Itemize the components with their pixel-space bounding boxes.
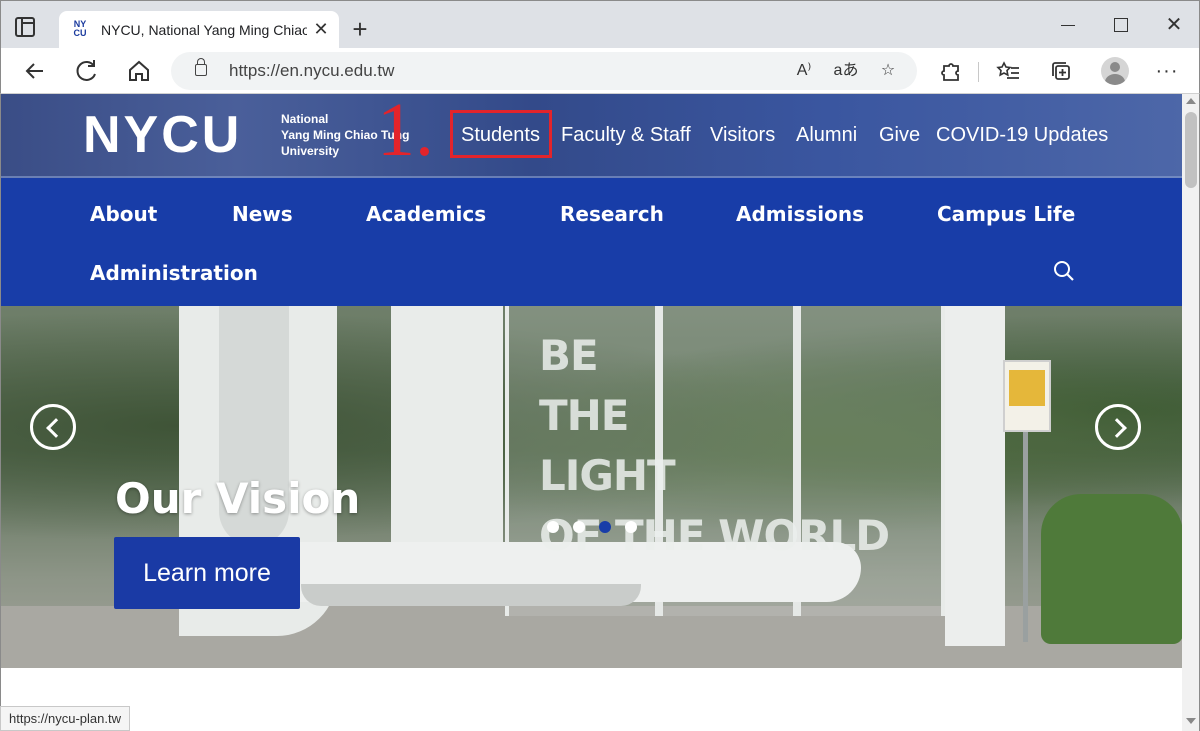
nav-admissions[interactable]: Admissions xyxy=(736,202,864,226)
window-maximize-icon[interactable] xyxy=(1105,13,1135,37)
tab-actions-icon[interactable] xyxy=(15,17,35,37)
window-minimize-icon[interactable] xyxy=(1053,13,1083,37)
toolbar-divider xyxy=(978,62,979,82)
address-url[interactable]: https://en.nycu.edu.tw xyxy=(229,61,394,81)
carousel-next-icon[interactable] xyxy=(1095,404,1141,450)
profile-avatar[interactable] xyxy=(1101,57,1129,85)
nav-administration[interactable]: Administration xyxy=(90,261,258,285)
search-icon[interactable] xyxy=(1053,260,1075,282)
learn-more-button[interactable]: Learn more xyxy=(114,537,300,609)
home-icon[interactable] xyxy=(125,57,153,85)
hero-carousel: BE THE LIGHT OF THE WORLD Our Vision Lea… xyxy=(1,306,1182,668)
nav-about[interactable]: About xyxy=(90,202,157,226)
link-status-bar: https://nycu-plan.tw xyxy=(0,706,130,731)
browser-toolbar: https://en.nycu.edu.tw A⁾ aあ ☆ ··· xyxy=(0,48,1200,94)
util-nav-give[interactable]: Give xyxy=(879,124,920,147)
util-nav-covid-updates[interactable]: COVID-19 Updates xyxy=(936,124,1108,147)
glass-lettering-line: OF THE WORLD xyxy=(539,511,890,560)
nav-campus-life[interactable]: Campus Life xyxy=(937,202,1075,226)
hero-title: Our Vision xyxy=(115,474,361,523)
carousel-dot[interactable] xyxy=(625,521,637,533)
page-viewport: NYCU National Yang Ming Chiao Tung Unive… xyxy=(0,94,1182,731)
util-nav-students[interactable]: Students xyxy=(461,124,540,147)
nycu-favicon-icon: NY CU xyxy=(73,19,87,38)
page-scrollbar[interactable] xyxy=(1182,94,1200,731)
collections-icon[interactable] xyxy=(1047,57,1075,85)
glass-lettering-line: LIGHT xyxy=(539,451,676,500)
util-nav-alumni[interactable]: Alumni xyxy=(796,124,857,147)
address-bar[interactable]: https://en.nycu.edu.tw A⁾ aあ ☆ xyxy=(171,52,917,90)
favorites-icon[interactable] xyxy=(995,57,1023,85)
glass-lettering-line: BE xyxy=(539,331,599,380)
hero-hedge xyxy=(1041,494,1182,644)
carousel-dot[interactable] xyxy=(573,521,585,533)
window-close-icon[interactable]: ✕ xyxy=(1159,13,1189,37)
nav-academics[interactable]: Academics xyxy=(366,202,486,226)
browser-tab-active[interactable]: NY CU NYCU, National Yang Ming Chiao Tun… xyxy=(59,11,339,49)
main-navigation: About News Academics Research Admissions… xyxy=(1,178,1182,306)
scroll-thumb[interactable] xyxy=(1185,112,1197,188)
hero-glass-lettering: BE THE LIGHT OF THE WORLD xyxy=(539,326,890,566)
add-favorite-icon[interactable]: ☆ xyxy=(875,58,901,84)
carousel-dot[interactable] xyxy=(547,521,559,533)
bench-base xyxy=(301,584,641,606)
translate-icon[interactable]: aあ xyxy=(833,58,859,84)
extensions-icon[interactable] xyxy=(937,57,965,85)
site-header: NYCU National Yang Ming Chiao Tung Unive… xyxy=(1,94,1182,178)
site-info-lock-icon[interactable] xyxy=(195,58,207,76)
nav-news[interactable]: News xyxy=(232,202,293,226)
carousel-prev-icon[interactable] xyxy=(30,404,76,450)
reload-icon[interactable] xyxy=(73,57,101,85)
carousel-dot-active[interactable] xyxy=(599,521,611,533)
annotation-step-number: 1. xyxy=(377,94,434,172)
bus-stop-pole xyxy=(1023,432,1028,642)
util-nav-visitors[interactable]: Visitors xyxy=(710,124,775,147)
tab-title: NYCU, National Yang Ming Chiao Tung Univ… xyxy=(101,22,307,38)
back-arrow-icon[interactable] xyxy=(21,57,49,85)
shelter-right-wall xyxy=(945,306,1005,646)
nycu-logo[interactable]: NYCU xyxy=(83,108,242,162)
util-nav-faculty-staff[interactable]: Faculty & Staff xyxy=(561,124,691,147)
scroll-down-arrow-icon[interactable] xyxy=(1186,718,1196,724)
tab-close-icon[interactable]: ✕ xyxy=(311,19,331,39)
glass-lettering-line: THE xyxy=(539,391,630,440)
read-aloud-icon[interactable]: A⁾ xyxy=(791,58,817,84)
more-menu-icon[interactable]: ··· xyxy=(1153,57,1181,85)
nav-research[interactable]: Research xyxy=(560,202,664,226)
scroll-up-arrow-icon[interactable] xyxy=(1186,98,1196,104)
browser-tabbar: NY CU NYCU, National Yang Ming Chiao Tun… xyxy=(0,0,1200,49)
bus-stop-sign xyxy=(1003,360,1051,432)
new-tab-plus-icon[interactable]: + xyxy=(347,16,373,43)
